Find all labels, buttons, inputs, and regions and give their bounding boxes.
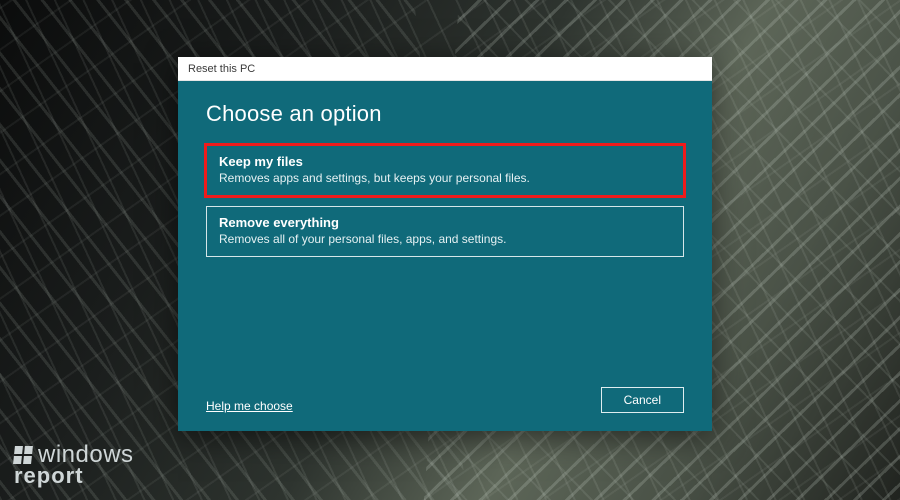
windows-logo-icon	[13, 446, 33, 464]
dialog-body: Choose an option Keep my files Removes a…	[178, 81, 712, 431]
option-description: Removes apps and settings, but keeps you…	[219, 171, 671, 185]
dialog-footer: Help me choose Cancel	[206, 387, 684, 413]
help-me-choose-link[interactable]: Help me choose	[206, 399, 293, 413]
option-remove-everything[interactable]: Remove everything Removes all of your pe…	[206, 206, 684, 257]
desktop-background: Reset this PC Choose an option Keep my f…	[0, 0, 900, 500]
dialog-heading: Choose an option	[206, 101, 684, 127]
dialog-title: Reset this PC	[188, 63, 255, 75]
cancel-button[interactable]: Cancel	[601, 387, 684, 413]
option-title: Remove everything	[219, 215, 671, 230]
option-description: Removes all of your personal files, apps…	[219, 232, 671, 246]
option-keep-my-files[interactable]: Keep my files Removes apps and settings,…	[206, 145, 684, 196]
watermark-text-2: report	[14, 466, 134, 486]
dialog-titlebar: Reset this PC	[178, 57, 712, 81]
option-title: Keep my files	[219, 154, 671, 169]
watermark: windows report	[14, 444, 134, 486]
reset-pc-dialog: Reset this PC Choose an option Keep my f…	[178, 57, 712, 431]
